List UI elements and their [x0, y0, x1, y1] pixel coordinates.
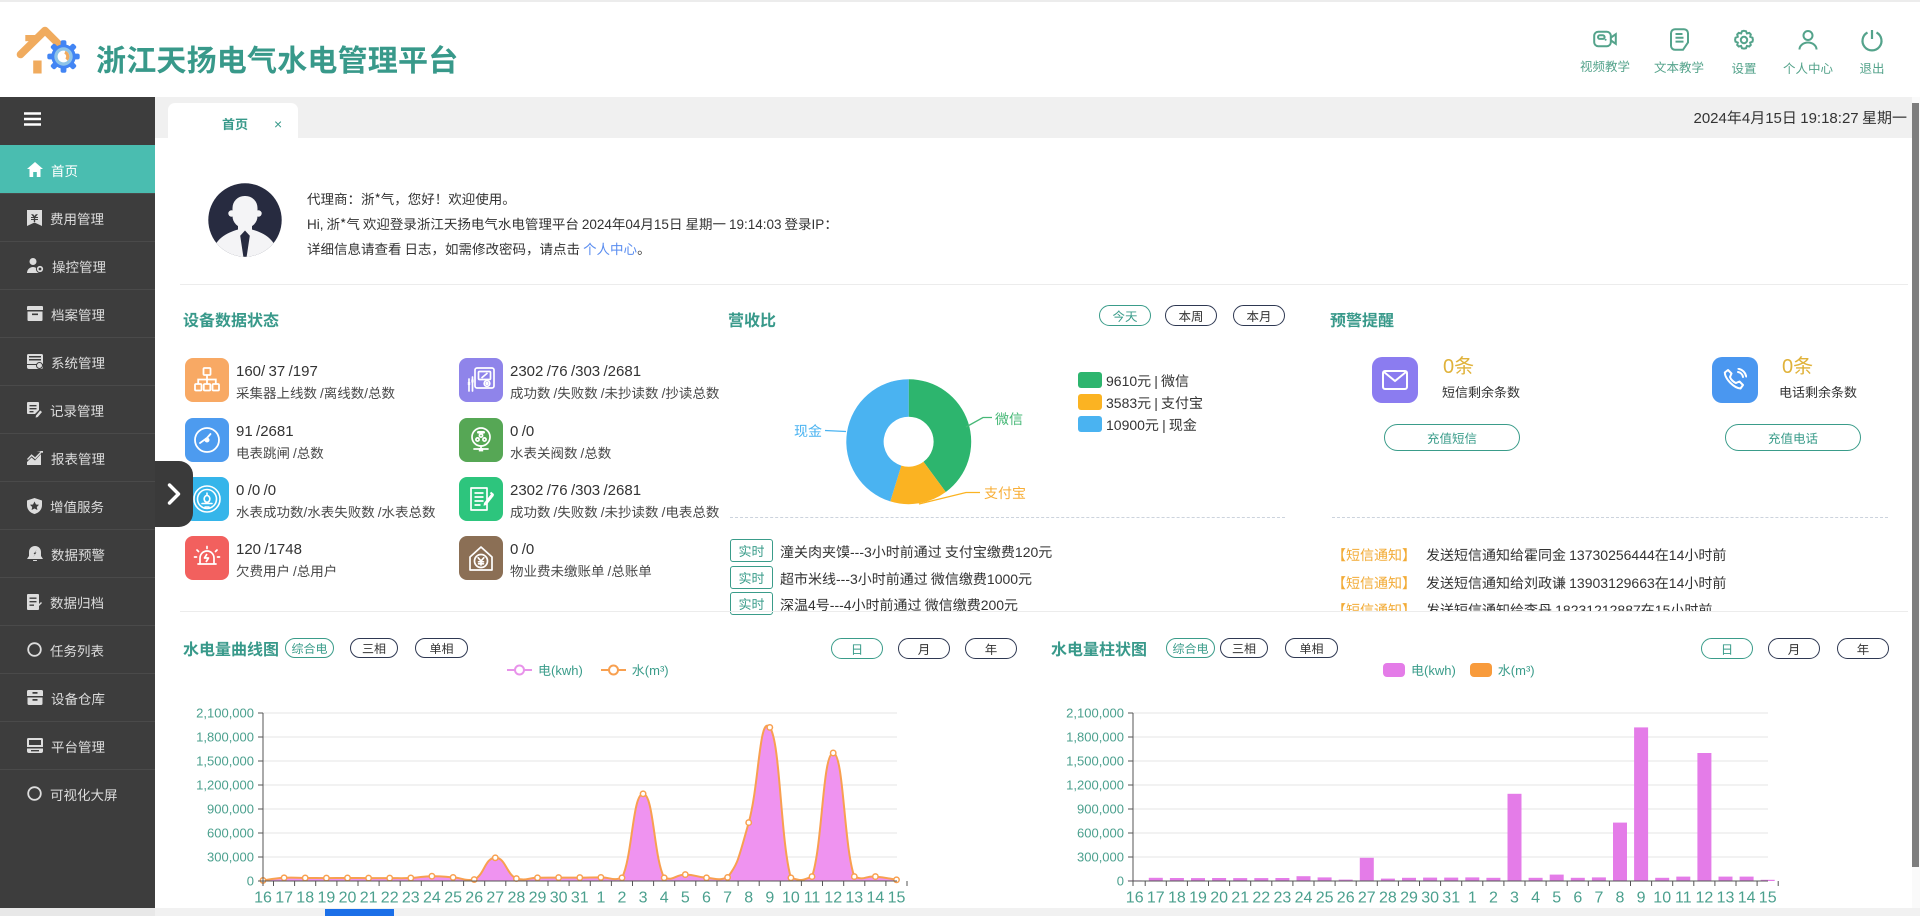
svg-text:18: 18: [296, 890, 314, 907]
svg-text:2: 2: [618, 890, 627, 907]
svg-text:15: 15: [1759, 890, 1777, 907]
svg-text:29: 29: [529, 890, 547, 907]
svg-text:11: 11: [1675, 890, 1692, 907]
svg-text:24: 24: [1295, 890, 1313, 907]
svg-text:300,000: 300,000: [1077, 850, 1124, 865]
svg-text:30: 30: [550, 890, 568, 907]
svg-text:8: 8: [1616, 890, 1625, 907]
svg-text:25: 25: [444, 890, 462, 907]
svg-text:28: 28: [1379, 890, 1397, 907]
svg-text:2,100,000: 2,100,000: [196, 706, 254, 721]
svg-text:9: 9: [1637, 890, 1646, 907]
svg-text:16: 16: [254, 890, 272, 907]
svg-text:6: 6: [702, 890, 711, 907]
svg-text:9: 9: [765, 890, 774, 907]
svg-text:15: 15: [888, 890, 906, 907]
svg-text:8: 8: [744, 890, 753, 907]
svg-text:1,200,000: 1,200,000: [196, 778, 254, 793]
svg-text:19: 19: [1189, 890, 1207, 907]
svg-text:10: 10: [1653, 890, 1671, 907]
svg-text:13: 13: [845, 890, 863, 907]
svg-text:20: 20: [1210, 890, 1228, 907]
svg-text:31: 31: [571, 890, 589, 907]
svg-text:600,000: 600,000: [1077, 826, 1124, 841]
svg-text:4: 4: [660, 890, 669, 907]
svg-text:0: 0: [247, 874, 254, 889]
svg-text:0: 0: [1117, 874, 1124, 889]
svg-text:26: 26: [465, 890, 483, 907]
svg-text:2: 2: [1489, 890, 1498, 907]
svg-text:31: 31: [1442, 890, 1460, 907]
svg-text:17: 17: [1147, 890, 1165, 907]
svg-text:微信: 微信: [995, 409, 1023, 429]
svg-text:支付宝: 支付宝: [984, 483, 1026, 503]
svg-text:7: 7: [1594, 890, 1603, 907]
svg-text:12: 12: [824, 890, 842, 907]
svg-text:17: 17: [275, 890, 293, 907]
svg-text:28: 28: [508, 890, 526, 907]
svg-text:7: 7: [723, 890, 732, 907]
svg-text:300,000: 300,000: [207, 850, 254, 865]
svg-text:14: 14: [867, 890, 885, 907]
svg-text:27: 27: [486, 890, 504, 907]
svg-text:11: 11: [804, 890, 821, 907]
svg-text:5: 5: [681, 890, 690, 907]
svg-text:3: 3: [1510, 890, 1519, 907]
svg-text:1,800,000: 1,800,000: [196, 730, 254, 745]
svg-text:30: 30: [1421, 890, 1439, 907]
svg-text:22: 22: [381, 890, 399, 907]
svg-text:1: 1: [596, 890, 605, 907]
svg-text:12: 12: [1696, 890, 1714, 907]
svg-text:1,800,000: 1,800,000: [1066, 730, 1124, 745]
svg-text:14: 14: [1738, 890, 1756, 907]
svg-text:1,500,000: 1,500,000: [196, 754, 254, 769]
svg-text:16: 16: [1126, 890, 1144, 907]
svg-text:3: 3: [639, 890, 648, 907]
svg-text:27: 27: [1358, 890, 1376, 907]
svg-text:6: 6: [1573, 890, 1582, 907]
svg-text:20: 20: [339, 890, 357, 907]
svg-text:10: 10: [782, 890, 800, 907]
svg-text:22: 22: [1252, 890, 1270, 907]
svg-text:600,000: 600,000: [207, 826, 254, 841]
svg-text:21: 21: [360, 890, 378, 907]
svg-text:1: 1: [1468, 890, 1477, 907]
svg-text:25: 25: [1316, 890, 1334, 907]
svg-text:26: 26: [1337, 890, 1355, 907]
svg-text:23: 23: [402, 890, 420, 907]
svg-text:19: 19: [318, 890, 336, 907]
svg-text:13: 13: [1717, 890, 1735, 907]
svg-text:4: 4: [1531, 890, 1540, 907]
svg-text:21: 21: [1231, 890, 1249, 907]
svg-text:现金: 现金: [794, 421, 822, 441]
svg-text:23: 23: [1274, 890, 1292, 907]
svg-text:29: 29: [1400, 890, 1418, 907]
svg-text:18: 18: [1168, 890, 1186, 907]
svg-text:1,500,000: 1,500,000: [1066, 754, 1124, 769]
svg-text:1,200,000: 1,200,000: [1066, 778, 1124, 793]
svg-text:5: 5: [1552, 890, 1561, 907]
svg-text:900,000: 900,000: [1077, 802, 1124, 817]
svg-text:2,100,000: 2,100,000: [1066, 706, 1124, 721]
svg-text:24: 24: [423, 890, 441, 907]
svg-text:900,000: 900,000: [207, 802, 254, 817]
